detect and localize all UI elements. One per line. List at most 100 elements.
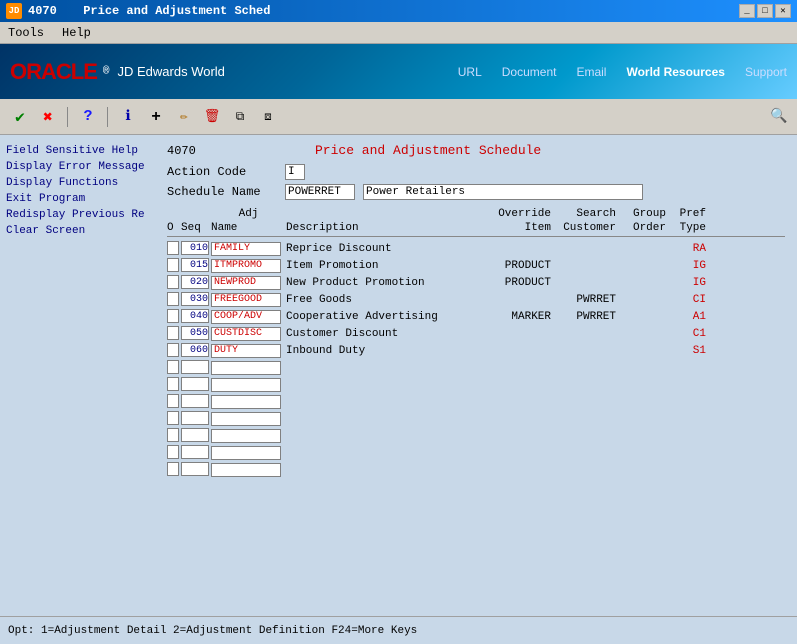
table-row-empty bbox=[167, 461, 785, 477]
schedule-name-label: Schedule Name bbox=[167, 185, 277, 199]
row-opt-input[interactable] bbox=[167, 394, 179, 408]
cancel-button[interactable]: ✖ bbox=[36, 105, 60, 129]
col-seq-spacer bbox=[181, 208, 211, 220]
nav-world-resources[interactable]: World Resources bbox=[626, 65, 724, 79]
row-adj-input[interactable] bbox=[211, 446, 281, 460]
window-controls: _ □ ✕ bbox=[739, 4, 791, 18]
row-seq-input[interactable] bbox=[181, 292, 209, 306]
row-opt-input[interactable] bbox=[167, 258, 179, 272]
nav-field-sensitive-help[interactable]: Field Sensitive Help bbox=[6, 143, 149, 159]
row-seq-input[interactable] bbox=[181, 309, 209, 323]
info-button[interactable]: ℹ bbox=[116, 105, 140, 129]
row-adj-input[interactable] bbox=[211, 310, 281, 324]
row-desc: New Product Promotion bbox=[286, 277, 425, 289]
row-opt-input[interactable] bbox=[167, 462, 179, 476]
maximize-button[interactable]: □ bbox=[757, 4, 773, 18]
action-code-label: Action Code bbox=[167, 165, 277, 179]
col-name-label: Name bbox=[211, 222, 286, 234]
row-opt-input[interactable] bbox=[167, 309, 179, 323]
table-row-empty bbox=[167, 410, 785, 426]
row-opt-input[interactable] bbox=[167, 292, 179, 306]
row-seq-input[interactable] bbox=[181, 343, 209, 357]
row-opt-input[interactable] bbox=[167, 411, 179, 425]
delete-button[interactable]: 🗑 bbox=[200, 105, 224, 129]
row-opt-input[interactable] bbox=[167, 343, 179, 357]
paste-button[interactable]: ⧈ bbox=[256, 105, 280, 129]
nav-url[interactable]: URL bbox=[458, 65, 482, 79]
col-desc-label: Description bbox=[286, 222, 486, 234]
row-adj-input[interactable] bbox=[211, 242, 281, 256]
table-row: New Product Promotion PRODUCT IG bbox=[167, 274, 785, 290]
row-adj-input[interactable] bbox=[211, 276, 281, 290]
nav-display-functions[interactable]: Display Functions bbox=[6, 175, 149, 191]
row-seq-input[interactable] bbox=[181, 462, 209, 476]
title-bar: JD 4070 Price and Adjustment Sched _ □ ✕ bbox=[0, 0, 797, 22]
row-seq-input[interactable] bbox=[181, 275, 209, 289]
nav-redisplay-previous[interactable]: Redisplay Previous Re bbox=[6, 207, 149, 223]
table-row-empty bbox=[167, 393, 785, 409]
minimize-button[interactable]: _ bbox=[739, 4, 755, 18]
nav-exit-program[interactable]: Exit Program bbox=[6, 191, 149, 207]
registered-mark: ® bbox=[103, 66, 110, 78]
row-seq-input[interactable] bbox=[181, 411, 209, 425]
col-order-label: Order bbox=[616, 222, 666, 234]
row-seq-input[interactable] bbox=[181, 258, 209, 272]
row-adj-input[interactable] bbox=[211, 327, 281, 341]
table-row-empty bbox=[167, 444, 785, 460]
row-pref: A1 bbox=[693, 311, 706, 323]
row-adj-input[interactable] bbox=[211, 395, 281, 409]
row-adj-input[interactable] bbox=[211, 361, 281, 375]
close-button[interactable]: ✕ bbox=[775, 4, 791, 18]
schedule-name-input[interactable] bbox=[285, 184, 355, 200]
app-id-label: 4070 bbox=[167, 144, 227, 158]
nav-support[interactable]: Support bbox=[745, 65, 787, 79]
row-opt-input[interactable] bbox=[167, 445, 179, 459]
row-adj-input[interactable] bbox=[211, 378, 281, 392]
row-opt-input[interactable] bbox=[167, 275, 179, 289]
check-button[interactable]: ✔ bbox=[8, 105, 32, 129]
nav-display-error-message[interactable]: Display Error Message bbox=[6, 159, 149, 175]
row-seq-input[interactable] bbox=[181, 445, 209, 459]
row-adj-input[interactable] bbox=[211, 412, 281, 426]
row-adj-input[interactable] bbox=[211, 259, 281, 273]
row-seq-input[interactable] bbox=[181, 241, 209, 255]
row-opt-input[interactable] bbox=[167, 377, 179, 391]
menu-tools[interactable]: Tools bbox=[4, 24, 48, 42]
oracle-nav: URL Document Email World Resources Suppo… bbox=[458, 65, 787, 79]
add-button[interactable]: + bbox=[144, 105, 168, 129]
row-search: PWRRET bbox=[576, 311, 616, 323]
row-desc: Reprice Discount bbox=[286, 243, 392, 255]
schedule-name-row: Schedule Name bbox=[167, 184, 785, 200]
row-seq-input[interactable] bbox=[181, 428, 209, 442]
edit-button[interactable]: ✏ bbox=[172, 105, 196, 129]
col-override-header: Override bbox=[486, 208, 551, 220]
menu-help[interactable]: Help bbox=[58, 24, 95, 42]
row-opt-input[interactable] bbox=[167, 241, 179, 255]
schedule-desc-input[interactable] bbox=[363, 184, 643, 200]
search-icon[interactable]: 🔍 bbox=[769, 107, 789, 127]
table-row: Cooperative Advertising MARKER PWRRET A1 bbox=[167, 308, 785, 324]
table-row: Customer Discount C1 bbox=[167, 325, 785, 341]
row-opt-input[interactable] bbox=[167, 326, 179, 340]
row-adj-input[interactable] bbox=[211, 463, 281, 477]
copy-button[interactable]: ⧉ bbox=[228, 105, 252, 129]
action-code-input[interactable] bbox=[285, 164, 305, 180]
row-adj-input[interactable] bbox=[211, 293, 281, 307]
nav-clear-screen[interactable]: Clear Screen bbox=[6, 223, 149, 239]
nav-document[interactable]: Document bbox=[502, 65, 557, 79]
row-adj-input[interactable] bbox=[211, 344, 281, 358]
row-seq-input[interactable] bbox=[181, 377, 209, 391]
help-button[interactable]: ? bbox=[76, 105, 100, 129]
row-opt-input[interactable] bbox=[167, 360, 179, 374]
row-opt-input[interactable] bbox=[167, 428, 179, 442]
nav-email[interactable]: Email bbox=[576, 65, 606, 79]
row-seq-input[interactable] bbox=[181, 394, 209, 408]
col-adj-header: Adj bbox=[211, 208, 286, 220]
toolbar: ✔ ✖ ? ℹ + ✏ 🗑 ⧉ ⧈ 🔍 bbox=[0, 99, 797, 135]
row-pref: S1 bbox=[693, 345, 706, 357]
row-seq-input[interactable] bbox=[181, 326, 209, 340]
menu-bar: Tools Help bbox=[0, 22, 797, 44]
row-adj-input[interactable] bbox=[211, 429, 281, 443]
row-seq-input[interactable] bbox=[181, 360, 209, 374]
table-header-1: Adj Override Search Group Pref bbox=[167, 208, 785, 220]
